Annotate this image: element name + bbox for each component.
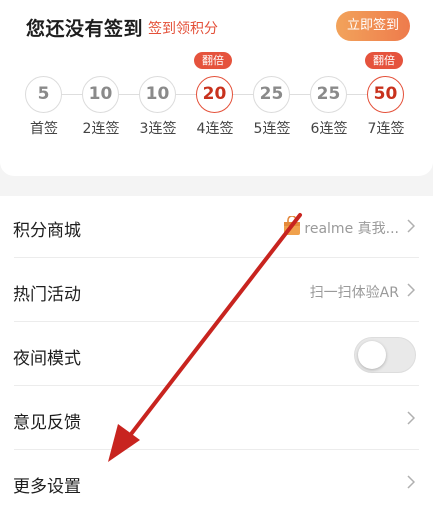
checkin-subtitle: 签到领积分 (148, 21, 218, 37)
night-mode-toggle[interactable] (354, 337, 416, 373)
chevron-right-icon (407, 475, 415, 489)
checkin-now-button[interactable]: 立即签到 (336, 11, 410, 41)
row-divider (14, 257, 419, 258)
night-mode-label: 夜间模式 (13, 349, 81, 369)
day-points-circle: 10 (82, 76, 119, 113)
settings-page: 您还没有签到 签到领积分 立即签到 翻倍 翻倍 5 首签 10 2连签 10 3… (0, 0, 433, 521)
double-badge-day-4: 翻倍 (194, 52, 232, 69)
settings-row-night-mode: 夜间模式 (0, 324, 433, 386)
checkin-day-2: 10 2连签 (72, 76, 129, 140)
chevron-right-icon (407, 219, 415, 233)
day-points-circle: 50 (367, 76, 404, 113)
row-divider (14, 449, 419, 450)
checkin-day-7: 50 7连签 (357, 76, 414, 140)
checkin-title: 您还没有签到 (26, 18, 144, 40)
settings-row-more-settings[interactable]: 更多设置 (0, 452, 433, 514)
settings-row-feedback[interactable]: 意见反馈 (0, 388, 433, 450)
day-points-circle: 10 (139, 76, 176, 113)
chevron-right-icon (407, 283, 415, 297)
checkin-day-4: 20 4连签 (186, 76, 243, 140)
hot-events-value: 扫一扫体验AR (309, 285, 399, 301)
checkin-header: 您还没有签到 签到领积分 立即签到 (0, 0, 433, 52)
day-points-circle: 25 (310, 76, 347, 113)
settings-list: 积分商城 realme 真我... 热门活动 扫一扫体验AR 夜间模式 意见反馈… (0, 196, 433, 521)
checkin-day-5: 25 5连签 (243, 76, 300, 140)
hot-events-label: 热门活动 (13, 285, 81, 305)
day-label: 7连签 (367, 121, 405, 137)
double-badge-day-7: 翻倍 (365, 52, 403, 69)
feedback-label: 意见反馈 (13, 413, 81, 433)
day-points-circle: 25 (253, 76, 290, 113)
row-divider (14, 321, 419, 322)
day-points-circle: 5 (25, 76, 62, 113)
more-settings-label: 更多设置 (13, 477, 81, 497)
shopping-bag-icon (284, 216, 300, 235)
settings-row-points-mall[interactable]: 积分商城 realme 真我... (0, 196, 433, 258)
chevron-right-icon (407, 411, 415, 425)
points-mall-value: realme 真我... (304, 221, 399, 237)
day-points-circle: 20 (196, 76, 233, 113)
checkin-day-6: 25 6连签 (300, 76, 357, 140)
settings-row-hot-events[interactable]: 热门活动 扫一扫体验AR (0, 260, 433, 322)
checkin-day-3: 10 3连签 (129, 76, 186, 140)
toggle-knob (358, 341, 386, 369)
points-mall-label: 积分商城 (13, 221, 81, 241)
checkin-card: 您还没有签到 签到领积分 立即签到 翻倍 翻倍 5 首签 10 2连签 10 3… (0, 0, 433, 176)
checkin-day-1: 5 首签 (15, 76, 72, 140)
row-divider (14, 385, 419, 386)
